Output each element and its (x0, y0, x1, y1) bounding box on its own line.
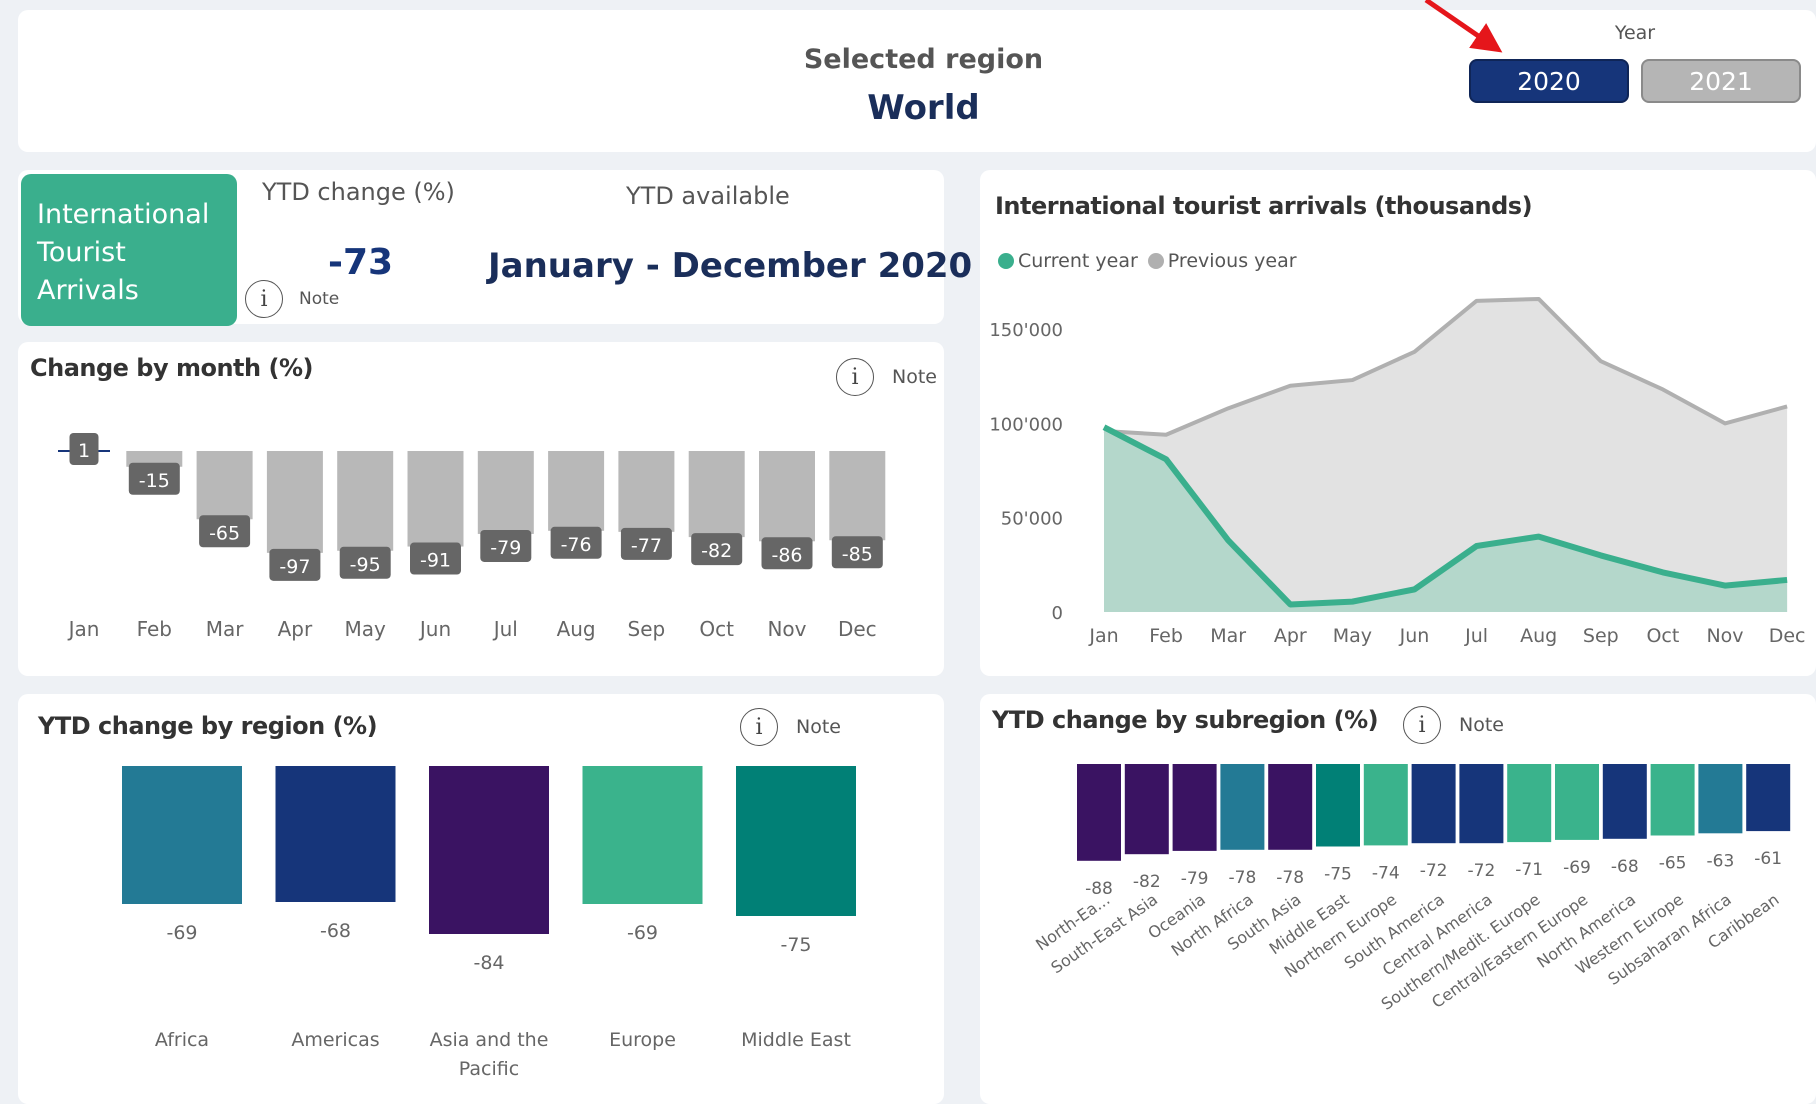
subregion-data-label: -72 (1468, 861, 1496, 881)
subregion-bar (1555, 764, 1599, 840)
subregion-data-label: -79 (1181, 869, 1209, 889)
subregion-bar (1602, 764, 1647, 839)
subregion-bar (1459, 764, 1504, 844)
subregion-data-label: -68 (1611, 857, 1639, 877)
subregion-bar (1124, 764, 1169, 855)
subregion-bar (1220, 764, 1265, 850)
subregion-data-label: -74 (1372, 863, 1400, 883)
subregion-bar (1077, 764, 1121, 861)
subregion-bar (1650, 764, 1695, 836)
subregion-chart: -88North-Ea...-82South-East Asia-79Ocean… (1032, 764, 1791, 1014)
subregion-bar (1316, 764, 1360, 847)
subregion-bar (1698, 764, 1743, 834)
subregion-bar (1172, 764, 1217, 851)
subregion-data-label: -75 (1324, 865, 1352, 885)
subregion-data-label: -71 (1515, 860, 1543, 880)
subregion-data-label: -69 (1563, 858, 1591, 878)
subregion-data-label: -65 (1659, 854, 1687, 874)
subregion-bar (1507, 764, 1552, 843)
subregion-data-label: -61 (1754, 849, 1782, 869)
subregion-bar (1268, 764, 1313, 850)
subregion-data-label: -82 (1133, 872, 1161, 892)
subregion-data-label: -72 (1420, 861, 1448, 881)
subregion-bar (1411, 764, 1456, 844)
subregion-bar (1363, 764, 1408, 846)
subregion-bar (1746, 764, 1791, 832)
subregion-data-label: -63 (1707, 851, 1735, 871)
subregion-data-label: -78 (1276, 868, 1304, 888)
subregion-data-label: -78 (1229, 868, 1257, 888)
